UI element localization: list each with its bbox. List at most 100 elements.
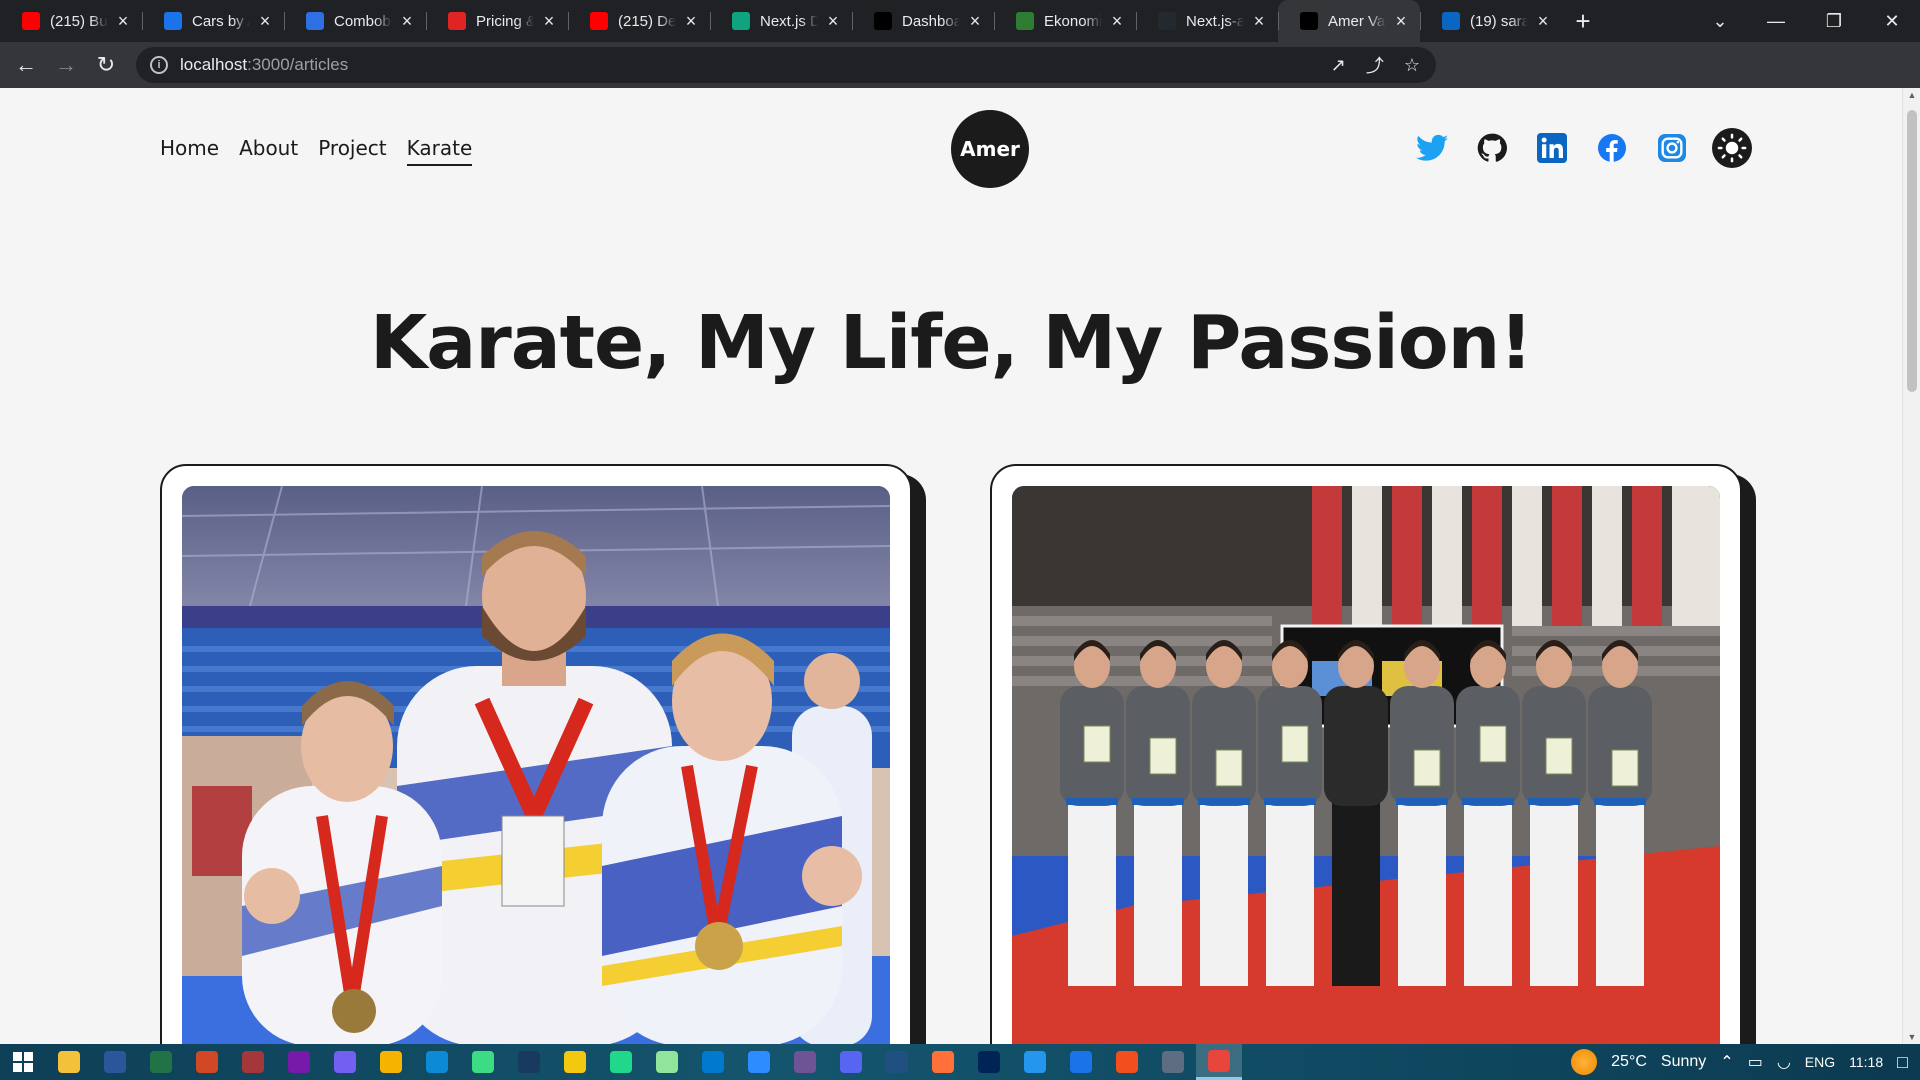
browser-tab[interactable]: Next.js-ar × bbox=[1136, 0, 1278, 42]
linkedin-icon[interactable] bbox=[1532, 128, 1572, 168]
onenote-taskbar-button[interactable] bbox=[276, 1044, 322, 1080]
tab-strip: (215) Buil×Cars by A×Combobc×Pricing &×(… bbox=[0, 0, 1562, 42]
chrome-dev-taskbar-button[interactable] bbox=[1058, 1044, 1104, 1080]
close-tab-icon[interactable]: × bbox=[114, 11, 132, 32]
notepadpp-taskbar-button[interactable] bbox=[644, 1044, 690, 1080]
scrollbar-thumb[interactable] bbox=[1907, 110, 1917, 392]
tab-search-icon[interactable]: ⌄ bbox=[1692, 0, 1748, 42]
team-member-figure bbox=[1522, 640, 1586, 986]
reload-button[interactable]: ↻ bbox=[86, 45, 126, 85]
browser-tab[interactable]: Cars by A × bbox=[142, 0, 284, 42]
page-headline: Karate, My Life, My Passion! bbox=[369, 300, 1533, 386]
discord-taskbar-button[interactable] bbox=[828, 1044, 874, 1080]
browser-tab[interactable]: Amer Var × bbox=[1278, 0, 1420, 42]
close-tab-icon[interactable]: × bbox=[1108, 11, 1126, 32]
docker-taskbar-button[interactable] bbox=[1012, 1044, 1058, 1080]
close-tab-icon[interactable]: × bbox=[682, 11, 700, 32]
powerbi-taskbar-button[interactable] bbox=[552, 1044, 598, 1080]
nav-home-link[interactable]: Home bbox=[160, 136, 219, 166]
close-window-button[interactable]: ✕ bbox=[1864, 0, 1920, 42]
access-taskbar-button[interactable] bbox=[230, 1044, 276, 1080]
notifications-icon[interactable]: □ bbox=[1897, 1052, 1908, 1073]
browser-tab[interactable]: (19) saraj × bbox=[1420, 0, 1562, 42]
powerpoint-taskbar-button[interactable] bbox=[184, 1044, 230, 1080]
battery-icon[interactable]: ▭ bbox=[1748, 1052, 1763, 1072]
new-tab-button[interactable]: + bbox=[1562, 0, 1604, 42]
chrome-taskbar-button[interactable] bbox=[1196, 1044, 1242, 1080]
karate-medalists-photo[interactable] bbox=[182, 486, 890, 1044]
chrome-dev-icon bbox=[1070, 1051, 1092, 1073]
team-member-figure bbox=[1390, 640, 1454, 986]
scroll-up-arrow[interactable]: ▲ bbox=[1903, 90, 1920, 100]
twitter-icon[interactable] bbox=[1412, 128, 1452, 168]
windows-start-button[interactable] bbox=[0, 1044, 46, 1080]
team-member-figure bbox=[1588, 640, 1652, 986]
site-info-icon[interactable]: i bbox=[150, 56, 168, 74]
nav-project-link[interactable]: Project bbox=[318, 136, 386, 166]
android-studio-taskbar-button[interactable] bbox=[460, 1044, 506, 1080]
minimize-button[interactable]: — bbox=[1748, 0, 1804, 42]
tab-title: Amer Var bbox=[1328, 12, 1386, 30]
clock[interactable]: 11:18 bbox=[1849, 1054, 1883, 1070]
firefox-taskbar-button[interactable] bbox=[920, 1044, 966, 1080]
close-tab-icon[interactable]: × bbox=[398, 11, 416, 32]
browser-tab[interactable]: Combobc × bbox=[284, 0, 426, 42]
close-tab-icon[interactable]: × bbox=[1534, 11, 1552, 32]
virtualbox-taskbar-button[interactable] bbox=[506, 1044, 552, 1080]
excel-taskbar-button[interactable] bbox=[138, 1044, 184, 1080]
search-icon bbox=[164, 12, 182, 30]
edge-taskbar-button[interactable] bbox=[414, 1044, 460, 1080]
article-card-1[interactable] bbox=[160, 464, 912, 1044]
pycharm-taskbar-button[interactable] bbox=[598, 1044, 644, 1080]
back-button[interactable]: ← bbox=[6, 45, 46, 85]
terminal-taskbar-button[interactable] bbox=[966, 1044, 1012, 1080]
close-tab-icon[interactable]: × bbox=[1392, 11, 1410, 32]
zoom-taskbar-button[interactable] bbox=[736, 1044, 782, 1080]
language-indicator[interactable]: ENG bbox=[1805, 1054, 1835, 1070]
karate-team-photo[interactable] bbox=[1012, 486, 1720, 1044]
close-tab-icon[interactable]: × bbox=[540, 11, 558, 32]
instagram-icon[interactable] bbox=[1652, 128, 1692, 168]
weather-sun-icon[interactable] bbox=[1571, 1049, 1598, 1075]
page-scrollbar[interactable]: ▲ ▼ bbox=[1902, 88, 1920, 1044]
github-desktop-taskbar-button[interactable] bbox=[782, 1044, 828, 1080]
tray-chevron-icon[interactable]: ⌃ bbox=[1720, 1052, 1733, 1072]
article-card-2[interactable] bbox=[990, 464, 1742, 1044]
vscode-taskbar-button[interactable] bbox=[690, 1044, 736, 1080]
nav-about-link[interactable]: About bbox=[239, 136, 298, 166]
photos-taskbar-button[interactable] bbox=[1150, 1044, 1196, 1080]
browser-tab[interactable]: Dashboar × bbox=[852, 0, 994, 42]
bookmark-star-icon[interactable]: ☆ bbox=[1404, 55, 1420, 76]
browser-tab[interactable]: (215) Dep × bbox=[568, 0, 710, 42]
close-tab-icon[interactable]: × bbox=[966, 11, 984, 32]
theme-toggle-button[interactable] bbox=[1712, 128, 1752, 168]
github-icon[interactable] bbox=[1472, 128, 1512, 168]
close-tab-icon[interactable]: × bbox=[824, 11, 842, 32]
browser-tab[interactable]: (215) Buil × bbox=[0, 0, 142, 42]
scroll-down-arrow[interactable]: ▼ bbox=[1903, 1032, 1920, 1042]
tab-title: (215) Buil bbox=[50, 12, 108, 30]
taskbar-apps bbox=[46, 1044, 1242, 1080]
wifi-icon[interactable]: ◡ bbox=[1777, 1052, 1791, 1072]
viber-taskbar-button[interactable] bbox=[322, 1044, 368, 1080]
notes-taskbar-button[interactable] bbox=[368, 1044, 414, 1080]
share-icon[interactable]: ⤴ bbox=[1366, 52, 1384, 78]
explorer-taskbar-button[interactable] bbox=[46, 1044, 92, 1080]
maximize-button[interactable]: ❐ bbox=[1806, 0, 1862, 42]
weather-temperature[interactable]: 25°C bbox=[1611, 1053, 1647, 1071]
facebook-icon[interactable] bbox=[1592, 128, 1632, 168]
weather-condition[interactable]: Sunny bbox=[1661, 1053, 1706, 1071]
close-tab-icon[interactable]: × bbox=[256, 11, 274, 32]
site-logo[interactable]: Amer bbox=[951, 110, 1029, 188]
open-in-app-icon[interactable]: ↗ bbox=[1331, 55, 1346, 76]
browser-tab[interactable]: Ekonomij × bbox=[994, 0, 1136, 42]
figma-taskbar-button[interactable] bbox=[1104, 1044, 1150, 1080]
sourcetree-taskbar-button[interactable] bbox=[874, 1044, 920, 1080]
browser-tab[interactable]: Next.js D × bbox=[710, 0, 852, 42]
close-tab-icon[interactable]: × bbox=[1250, 11, 1268, 32]
word-taskbar-button[interactable] bbox=[92, 1044, 138, 1080]
forward-button[interactable]: → bbox=[46, 45, 86, 85]
nav-karate-link[interactable]: Karate bbox=[406, 136, 473, 166]
address-bar[interactable]: i localhost:3000/articles ↗ ⤴ ☆ bbox=[136, 47, 1436, 83]
browser-tab[interactable]: Pricing & × bbox=[426, 0, 568, 42]
